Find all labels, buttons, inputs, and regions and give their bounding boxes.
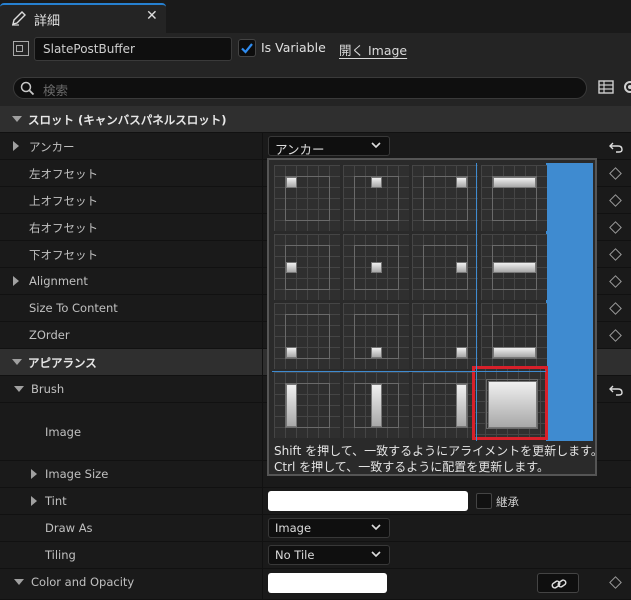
anchor-preset-top-center[interactable] bbox=[343, 165, 409, 231]
anchor-preset-left-stretch[interactable] bbox=[274, 372, 340, 438]
expand-arrow-icon[interactable] bbox=[31, 496, 37, 506]
anchor-preset-center-right[interactable] bbox=[412, 234, 478, 300]
widget-type-icon bbox=[13, 41, 29, 56]
preset-hover-highlight bbox=[546, 163, 593, 441]
property-label-offset-bottom: 下オフセット bbox=[29, 248, 98, 262]
anchor-preset-stretch-both[interactable] bbox=[472, 366, 548, 440]
link-button[interactable] bbox=[537, 573, 579, 593]
draw-as-combo[interactable]: Image bbox=[268, 518, 390, 538]
property-label-tint: Tint bbox=[45, 494, 67, 508]
guide-line-vertical bbox=[476, 163, 477, 441]
inherit-label: 継承 bbox=[496, 495, 519, 509]
anchor-combo[interactable]: アンカー bbox=[268, 136, 390, 157]
link-icon bbox=[551, 579, 567, 589]
inherit-checkbox[interactable] bbox=[476, 493, 492, 509]
anchor-preset-center-left[interactable] bbox=[274, 234, 340, 300]
anchor-preset-bottom-left[interactable] bbox=[274, 303, 340, 369]
expand-arrow-icon[interactable] bbox=[13, 141, 19, 151]
property-label-brush: Brush bbox=[31, 382, 65, 396]
property-label-draw-as: Draw As bbox=[45, 521, 93, 535]
anchor-preset-popup: Shift を押して、一致するようにアライメントを更新します。 Ctrl を押し… bbox=[267, 158, 603, 476]
pencil-icon bbox=[12, 11, 26, 26]
collapse-arrow-icon[interactable] bbox=[14, 579, 24, 585]
collapse-arrow-icon bbox=[12, 116, 22, 122]
table-view-icon[interactable] bbox=[598, 79, 614, 95]
anchor-preset-top-right[interactable] bbox=[412, 165, 478, 231]
expand-arrow-icon[interactable] bbox=[13, 276, 19, 286]
property-label-anchor: アンカー bbox=[29, 140, 75, 154]
property-label-color-and-opacity: Color and Opacity bbox=[31, 575, 135, 589]
checkmark-icon bbox=[241, 43, 253, 54]
collapse-arrow-icon[interactable] bbox=[14, 386, 24, 392]
anchor-preset-center-stretch[interactable] bbox=[481, 234, 547, 300]
search-icon bbox=[20, 81, 35, 96]
property-label-alignment: Alignment bbox=[29, 274, 88, 288]
property-label-offset-top: 上オフセット bbox=[29, 194, 98, 208]
anchor-preset-bottom-stretch[interactable] bbox=[481, 303, 547, 369]
tab-title: 詳細 bbox=[34, 14, 61, 29]
anchor-preset-vertical-center-stretch[interactable] bbox=[343, 372, 409, 438]
is-variable-label: Is Variable bbox=[261, 40, 326, 55]
section-slot[interactable]: スロット (キャンバスパネルスロット) bbox=[0, 106, 631, 133]
collapse-arrow-icon bbox=[12, 359, 22, 365]
property-label-tiling: Tiling bbox=[45, 548, 76, 562]
anchor-preset-center[interactable] bbox=[343, 234, 409, 300]
hint-ctrl: Ctrl を押して、一致するように配置を更新します。 bbox=[274, 460, 550, 474]
widget-name-input[interactable] bbox=[34, 37, 232, 61]
column-divider[interactable] bbox=[262, 133, 263, 600]
property-label-offset-left: 左オフセット bbox=[29, 167, 98, 181]
reset-to-default-icon[interactable] bbox=[609, 384, 623, 396]
anchor-combo-value: アンカー bbox=[275, 142, 325, 157]
gear-icon[interactable] bbox=[622, 79, 631, 95]
expand-arrow-icon[interactable] bbox=[31, 469, 37, 479]
anchor-preset-bottom-center[interactable] bbox=[343, 303, 409, 369]
guide-line-horizontal bbox=[272, 371, 546, 372]
tab-bar: 詳細 ✕ bbox=[0, 0, 631, 33]
section-slot-label: スロット (キャンバスパネルスロット) bbox=[28, 113, 227, 127]
tiling-combo[interactable]: No Tile bbox=[268, 545, 390, 565]
property-label-zorder: ZOrder bbox=[29, 328, 70, 342]
anchor-preset-bottom-right[interactable] bbox=[412, 303, 478, 369]
property-label-image: Image bbox=[45, 425, 82, 439]
anchor-preset-right-stretch[interactable] bbox=[412, 372, 478, 438]
tab-details[interactable]: 詳細 ✕ bbox=[0, 3, 166, 33]
draw-as-value: Image bbox=[275, 521, 312, 535]
search-input[interactable]: 検索 bbox=[13, 77, 587, 99]
chevron-down-icon bbox=[371, 524, 381, 531]
property-label-size-to-content: Size To Content bbox=[29, 301, 118, 315]
property-label-image-size: Image Size bbox=[45, 467, 109, 481]
reset-to-default-icon[interactable] bbox=[609, 141, 623, 153]
color-and-opacity-swatch[interactable] bbox=[268, 573, 387, 593]
anchor-preset-top-left[interactable] bbox=[274, 165, 340, 231]
open-image-link[interactable]: 開く Image bbox=[339, 40, 407, 59]
property-label-offset-right: 右オフセット bbox=[29, 221, 98, 235]
tiling-value: No Tile bbox=[275, 548, 315, 562]
tint-color-swatch[interactable] bbox=[268, 491, 468, 511]
close-icon[interactable]: ✕ bbox=[146, 8, 158, 24]
section-appearance-label: アピアランス bbox=[28, 356, 97, 370]
chevron-down-icon bbox=[371, 142, 381, 149]
search-placeholder: 検索 bbox=[43, 83, 69, 98]
search-row: 検索 bbox=[0, 70, 631, 110]
hint-shift: Shift を押して、一致するようにアライメントを更新します。 bbox=[274, 444, 603, 458]
anchor-preset-top-stretch[interactable] bbox=[481, 165, 547, 231]
is-variable-checkbox[interactable] bbox=[238, 39, 256, 57]
chevron-down-icon bbox=[371, 551, 381, 558]
